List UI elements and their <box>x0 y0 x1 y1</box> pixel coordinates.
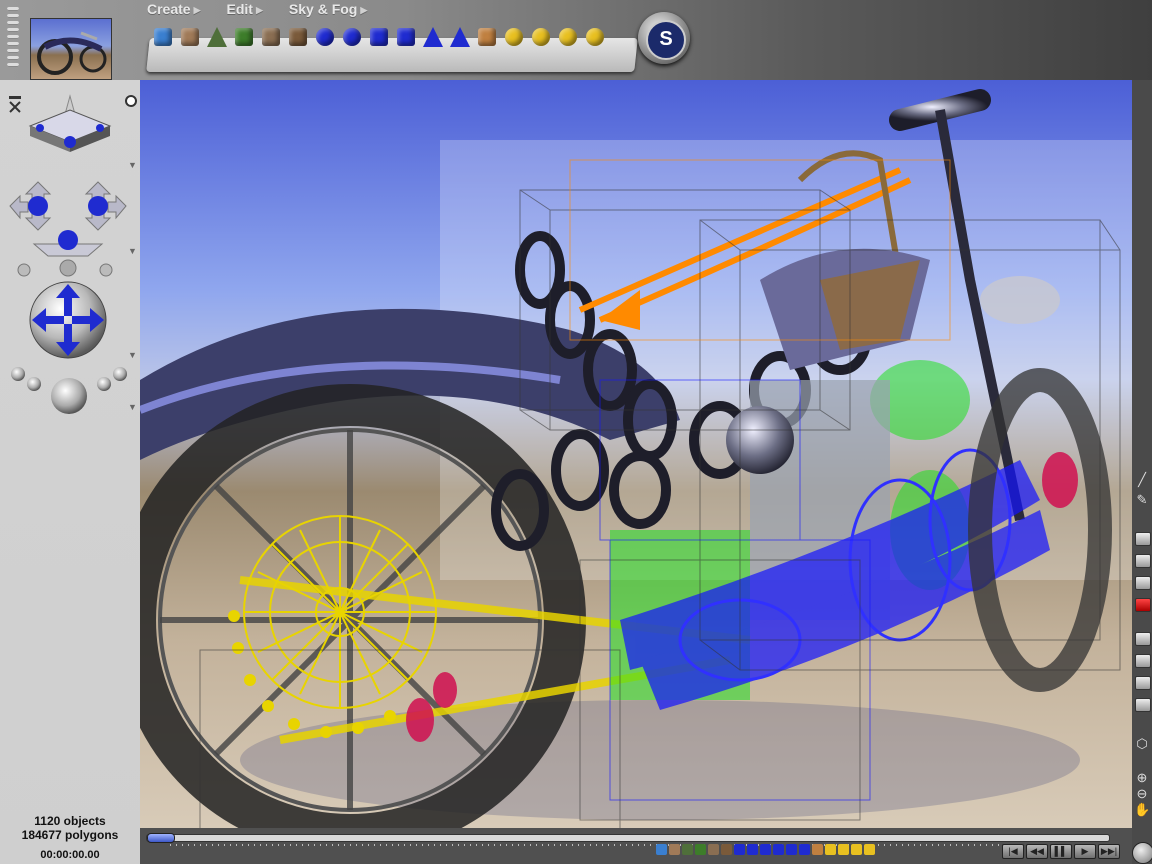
chevron-down-icon[interactable]: ▼ <box>128 160 137 170</box>
transport-button[interactable]: ▶▶| <box>1098 844 1120 859</box>
sphere-icon[interactable] <box>314 26 336 48</box>
view-box-button[interactable] <box>1135 576 1151 590</box>
chevron-down-icon[interactable]: ▼ <box>128 246 137 256</box>
display-mode-button[interactable] <box>1135 632 1151 646</box>
camera-translate-control[interactable] <box>26 278 110 367</box>
top-toolbar: Create▶ Edit▶ Sky & Fog▶ ▼ S <box>0 0 1152 90</box>
scene-stats: 1120 objects 184677 polygons <box>0 814 140 842</box>
bryce-logo-button[interactable]: S <box>638 12 690 64</box>
transport-button[interactable]: ▌▌ <box>1050 844 1072 859</box>
mini-primitive-button[interactable] <box>812 844 823 855</box>
cylinder-icon[interactable] <box>368 26 390 48</box>
terrain-icon[interactable] <box>206 26 228 48</box>
motorcycle-render <box>140 89 1132 828</box>
display-terrain-button[interactable] <box>1135 654 1151 668</box>
mini-primitive-button[interactable] <box>773 844 784 855</box>
camera-trackball-controls[interactable] <box>6 172 130 289</box>
light-icon[interactable] <box>503 26 525 48</box>
display-grid-button[interactable] <box>1135 698 1151 712</box>
timeline-scrubber[interactable] <box>147 833 175 843</box>
cone-icon[interactable] <box>422 26 444 48</box>
water-plane-icon[interactable] <box>152 26 174 48</box>
scene-preview-thumbnail[interactable] <box>30 18 112 80</box>
render-controls[interactable] <box>8 362 132 427</box>
view-shaded-button[interactable] <box>1135 554 1151 568</box>
area-light-icon[interactable] <box>584 26 606 48</box>
mini-create-palette <box>656 844 875 855</box>
menu-sky-fog[interactable]: Sky & Fog ▶ <box>289 0 367 20</box>
globe-icon[interactable] <box>1132 842 1152 864</box>
view-render-button[interactable] <box>1135 598 1151 612</box>
menu-edit[interactable]: Edit ▶ <box>227 0 263 20</box>
transport-button[interactable]: |◀ <box>1002 844 1024 859</box>
metablob-icon[interactable] <box>287 26 309 48</box>
rock-icon[interactable] <box>260 26 282 48</box>
timeline-bar: |◀ ◀◀ ▌▌ ▶ ▶▶| <box>140 828 1132 864</box>
radio-indicator-icon[interactable] <box>124 94 138 113</box>
mini-primitive-button[interactable] <box>760 844 771 855</box>
mini-primitive-button[interactable] <box>786 844 797 855</box>
display-lines-button[interactable] <box>1135 676 1151 690</box>
view-wireframe-button[interactable] <box>1135 532 1151 546</box>
pyramid-icon[interactable] <box>449 26 471 48</box>
chevron-down-icon[interactable]: ▼ <box>128 402 137 412</box>
camera-icon[interactable] <box>8 94 24 119</box>
mini-primitive-button[interactable] <box>682 844 693 855</box>
cube-icon[interactable] <box>395 26 417 48</box>
mini-primitive-button[interactable] <box>851 844 862 855</box>
right-tool-strip: ╱ ✎ ⬡ ⊕ ⊖ ✋ <box>1132 80 1152 864</box>
main-menu: Create ▶ Edit ▶ Sky & Fog ▶ <box>147 0 367 20</box>
motorcycle-thumbnail-icon <box>37 31 107 75</box>
menu-create[interactable]: Create ▶ <box>147 0 201 20</box>
mini-primitive-button[interactable] <box>799 844 810 855</box>
timeline-ticks <box>170 844 1100 846</box>
mini-primitive-button[interactable] <box>825 844 836 855</box>
hand-pan-icon[interactable]: ✋ <box>1134 802 1150 818</box>
mini-primitive-button[interactable] <box>734 844 745 855</box>
light-bulb-icon[interactable] <box>557 26 579 48</box>
translate-arrows-icon <box>29 281 107 359</box>
torus-icon[interactable] <box>341 26 363 48</box>
scene-viewport[interactable] <box>140 80 1132 828</box>
cube-view-icon[interactable]: ⬡ <box>1134 736 1150 752</box>
mini-primitive-button[interactable] <box>708 844 719 855</box>
timeline-track[interactable] <box>146 833 1110 843</box>
menu-arrow-icon: ▶ <box>193 5 201 15</box>
brush-icon[interactable]: ✎ <box>1134 492 1150 508</box>
transport-button[interactable]: ◀◀ <box>1026 844 1048 859</box>
mini-primitive-button[interactable] <box>669 844 680 855</box>
mini-primitive-button[interactable] <box>721 844 732 855</box>
toolbar-grip[interactable] <box>6 4 20 78</box>
mini-primitive-button[interactable] <box>656 844 667 855</box>
view-control[interactable] <box>24 92 116 161</box>
playback-controls: |◀ ◀◀ ▌▌ ▶ ▶▶| <box>1002 844 1120 859</box>
mini-primitive-button[interactable] <box>747 844 758 855</box>
trackball-arrows-icon <box>9 181 127 277</box>
polygon-count: 184677 polygons <box>21 828 119 842</box>
mini-primitive-button[interactable] <box>838 844 849 855</box>
chevron-down-icon[interactable]: ▼ <box>128 350 137 360</box>
create-tray <box>152 26 606 48</box>
object-count: 1120 objects <box>34 814 106 828</box>
mini-primitive-button[interactable] <box>864 844 875 855</box>
logo-icon: S <box>646 20 686 60</box>
pen-tool-icon[interactable]: ╱ <box>1134 472 1150 488</box>
transport-button[interactable]: ▶ <box>1074 844 1096 859</box>
spotlight-icon[interactable] <box>530 26 552 48</box>
figure-icon[interactable] <box>476 26 498 48</box>
menu-arrow-icon: ▶ <box>255 5 263 15</box>
menu-arrow-icon: ▶ <box>360 5 368 15</box>
timecode-display: 00:00:00.00 <box>40 849 100 861</box>
zoom-in-icon[interactable]: ⊕ <box>1134 770 1150 786</box>
view-cube-icon <box>28 94 112 152</box>
render-spheres-icon <box>11 367 127 414</box>
tree-icon[interactable] <box>233 26 255 48</box>
zoom-out-icon[interactable]: ⊖ <box>1134 786 1150 802</box>
mini-primitive-button[interactable] <box>695 844 706 855</box>
ground-plane-icon[interactable] <box>179 26 201 48</box>
left-control-panel: ▼ ▼ ▼ ▼ <box>0 80 140 864</box>
